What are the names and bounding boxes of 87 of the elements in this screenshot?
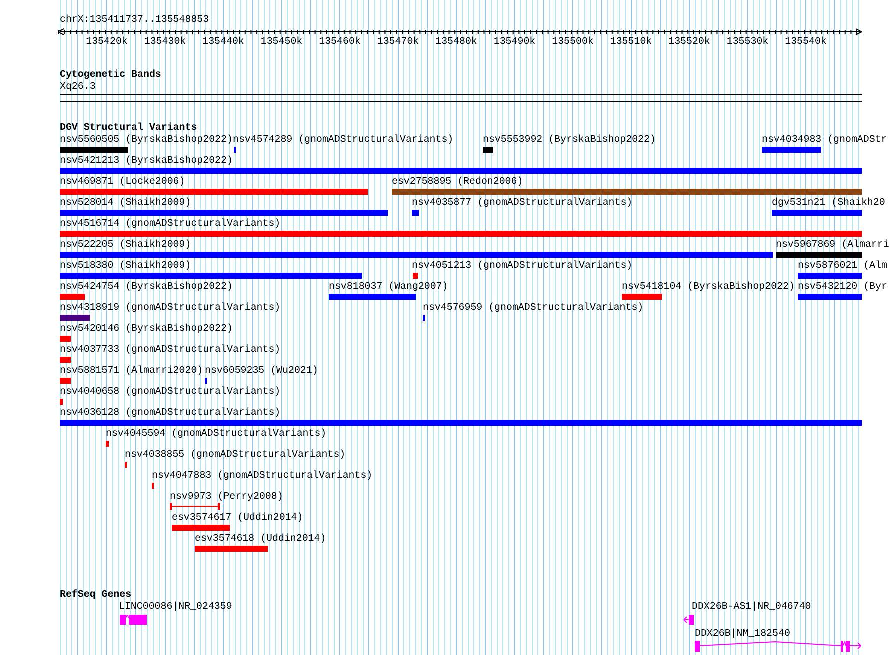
variant-label[interactable]: esv3574618 (Uddin2014) (195, 533, 326, 545)
variant-bar[interactable] (60, 273, 362, 279)
variant-bar[interactable] (60, 294, 85, 300)
gene-drawing[interactable] (695, 640, 863, 652)
gene-label[interactable]: DDX26B|NM_182540 (695, 628, 790, 640)
variant-label[interactable]: nsv5876021 (Alm (798, 260, 888, 272)
gene-label[interactable]: LINC00086|NR_024359 (119, 601, 232, 613)
variant-bar[interactable] (60, 231, 862, 237)
variant-bar[interactable] (412, 210, 419, 216)
variant-label[interactable]: nsv5967869 (Almarri (776, 239, 890, 251)
variant-bar[interactable] (762, 147, 821, 153)
variant-label[interactable]: nsv4035877 (gnomADStructuralVariants) (412, 197, 633, 209)
variant-bar[interactable] (798, 294, 862, 300)
variant-label[interactable]: nsv522205 (Shaikh2009) (60, 239, 192, 251)
variant-label[interactable]: nsv5560505 (ByrskaBishop2022) (60, 134, 233, 146)
variant-label[interactable]: nsv5432120 (Byr (798, 281, 888, 293)
variant-label[interactable]: nsv818037 (Wang2007) (329, 281, 448, 293)
variant-bar[interactable] (60, 420, 862, 426)
variant-label[interactable]: nsv6059235 (Wu2021) (205, 365, 318, 377)
tick-label: 135520k (668, 36, 710, 48)
variant-label[interactable]: nsv5420146 (ByrskaBishop2022) (60, 323, 233, 335)
variant-bar[interactable] (60, 252, 773, 258)
band-label: Xq26.3 (60, 81, 97, 93)
variant-bar[interactable] (413, 273, 418, 279)
variant-label[interactable]: nsv5881571 (Almarri2020) (60, 365, 204, 377)
variant-bar[interactable] (195, 546, 268, 552)
variant-span[interactable] (170, 503, 220, 510)
tick-label: 135490k (494, 36, 536, 48)
gene-drawing[interactable] (120, 615, 147, 625)
variant-label[interactable]: nsv4318919 (gnomADStructuralVariants) (60, 302, 281, 314)
variant-label[interactable]: nsv469871 (Locke2006) (60, 176, 186, 188)
variant-bar[interactable] (172, 525, 230, 531)
tick-label: 135420k (86, 36, 128, 48)
variant-bar[interactable] (329, 294, 416, 300)
variant-bar[interactable] (392, 189, 862, 195)
tick-label: 135510k (610, 36, 652, 48)
variant-label[interactable]: esv2758895 (Redon2006) (392, 176, 524, 188)
variant-label[interactable]: nsv5553992 (ByrskaBishop2022) (483, 134, 656, 146)
track-title: Cytogenetic Bands (60, 69, 162, 81)
tick-label: 135530k (726, 36, 769, 48)
variant-label[interactable]: nsv4047883 (gnomADStructuralVariants) (152, 470, 373, 482)
variant-bar[interactable] (60, 189, 368, 195)
variant-bar[interactable] (60, 336, 71, 342)
variant-label[interactable]: nsv4040658 (gnomADStructuralVariants) (60, 386, 281, 398)
tick-label: 135500k (552, 36, 594, 48)
variant-bar[interactable] (622, 294, 662, 300)
variant-label[interactable]: nsv5418104 (ByrskaBishop2022) (622, 281, 795, 293)
tick-label: 135460k (319, 36, 361, 48)
location-label: chrX:135411737..135548853 (60, 14, 210, 26)
variant-label[interactable]: nsv4516714 (gnomADStructuralVariants) (60, 218, 281, 230)
variant-bar[interactable] (60, 399, 63, 405)
variant-label[interactable]: esv3574617 (Uddin2014) (172, 512, 304, 524)
tick-label: 135480k (436, 36, 478, 48)
variant-label[interactable]: nsv4036128 (gnomADStructuralVariants) (60, 407, 281, 419)
variant-bar[interactable] (60, 168, 862, 174)
variant-label[interactable]: nsv528014 (Shaikh2009) (60, 197, 192, 209)
variant-label[interactable]: nsv4038855 (gnomADStructuralVariants) (125, 449, 346, 461)
variant-bar[interactable] (60, 378, 71, 384)
variant-label[interactable]: nsv5421213 (ByrskaBishop2022) (60, 155, 233, 167)
variant-label[interactable]: nsv4051213 (gnomADStructuralVariants) (412, 260, 633, 272)
variant-label[interactable]: nsv4574289 (gnomADStructuralVariants) (233, 134, 454, 146)
variant-bar[interactable] (60, 315, 90, 321)
variant-label[interactable]: dgv531n21 (Shaikh20 (772, 197, 886, 209)
variant-bar[interactable] (106, 441, 109, 447)
variant-label[interactable]: nsv4576959 (gnomADStructuralVariants) (423, 302, 644, 314)
variant-bar[interactable] (772, 210, 862, 216)
tick-label: 135430k (144, 36, 186, 48)
variant-label[interactable]: nsv5424754 (ByrskaBishop2022) (60, 281, 233, 293)
tick-label: 135470k (377, 36, 420, 48)
variant-bar[interactable] (483, 147, 493, 153)
variant-label[interactable]: nsv4045594 (gnomADStructuralVariants) (106, 428, 327, 440)
variant-bar[interactable] (798, 273, 862, 279)
variant-label[interactable]: nsv4037733 (gnomADStructuralVariants) (60, 344, 281, 356)
variant-label[interactable]: nsv518380 (Shaikh2009) (60, 260, 192, 272)
variant-label[interactable]: nsv4034983 (gnomADStr (762, 134, 888, 146)
tick-label: 135440k (202, 36, 244, 48)
variant-bar[interactable] (60, 357, 71, 363)
track-title: RefSeq Genes (60, 589, 133, 601)
gene-label[interactable]: DDX26B-AS1|NR_046740 (692, 601, 812, 613)
track-title: DGV Structural Variants (60, 122, 198, 134)
gene-drawing[interactable] (683, 615, 695, 625)
variant-bar[interactable] (60, 147, 128, 153)
variant-bar[interactable] (60, 210, 388, 216)
variant-bar[interactable] (776, 252, 862, 258)
tick-label: 135450k (260, 36, 303, 48)
variant-label[interactable]: nsv9973 (Perry2008) (170, 491, 284, 503)
tick-label: 135540k (785, 36, 827, 48)
